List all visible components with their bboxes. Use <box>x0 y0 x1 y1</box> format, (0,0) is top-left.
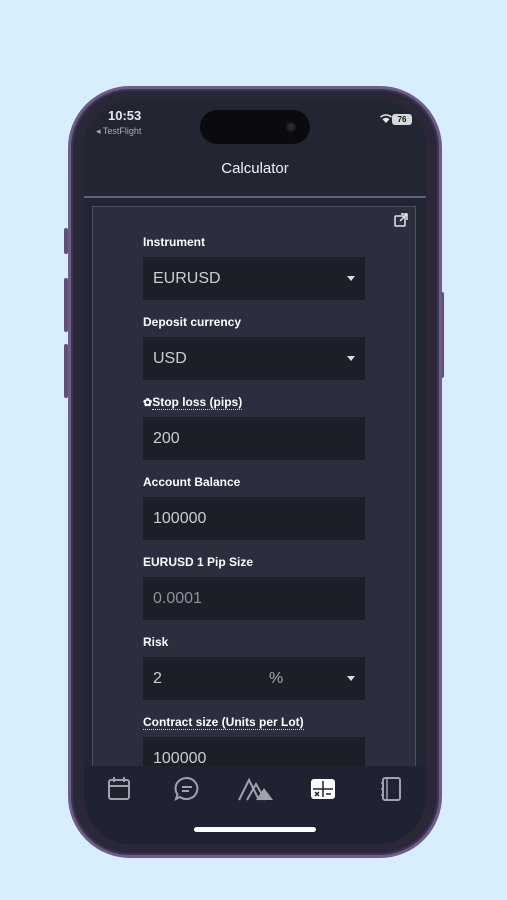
dynamic-island <box>200 110 310 144</box>
deposit-currency-label: Deposit currency <box>143 315 242 329</box>
status-time: 10:53 <box>108 108 142 123</box>
calculator-panel: Instrument EURUSD Deposit currency USD ✿… <box>92 206 416 806</box>
chevron-down-icon <box>347 676 355 681</box>
risk-field: Risk 2 % <box>143 635 365 700</box>
account-balance-label: Account Balance <box>143 475 241 489</box>
notebook-icon[interactable] <box>376 776 406 802</box>
contract-size-label: Contract size (Units per Lot) <box>143 715 304 730</box>
header-divider <box>84 196 426 198</box>
back-to-testflight-link[interactable]: ◂ TestFlight <box>96 126 141 137</box>
open-external-icon[interactable] <box>393 212 409 228</box>
home-indicator[interactable] <box>194 827 316 832</box>
stop-loss-label-row: ✿Stop loss (pips) <box>143 395 365 411</box>
calendar-icon[interactable] <box>104 776 134 802</box>
risk-input[interactable]: 2 <box>153 670 162 687</box>
calculator-icon[interactable] <box>308 776 338 802</box>
bottom-tab-bar <box>84 766 426 844</box>
instrument-label: Instrument <box>143 235 206 249</box>
chevron-down-icon <box>347 276 355 281</box>
stop-loss-label: Stop loss (pips) <box>152 395 243 410</box>
instrument-select[interactable]: EURUSD <box>143 257 365 300</box>
chevron-down-icon <box>347 356 355 361</box>
deposit-currency-value: USD <box>153 350 187 367</box>
battery-icon: 76 <box>392 114 412 125</box>
pip-size-field: EURUSD 1 Pip Size 0.0001 <box>143 555 365 620</box>
mountains-icon[interactable] <box>238 776 274 802</box>
account-balance-field: Account Balance 100000 <box>143 475 365 540</box>
pip-size-label: EURUSD 1 Pip Size <box>143 555 254 569</box>
wifi-icon <box>380 114 392 126</box>
status-bar: 10:53 ◂ TestFlight 76 <box>84 100 426 144</box>
account-balance-input[interactable]: 100000 <box>143 497 365 540</box>
instrument-field: Instrument EURUSD <box>143 235 365 300</box>
chat-icon[interactable] <box>172 776 202 802</box>
risk-unit-select[interactable]: % <box>269 657 283 700</box>
camera-icon <box>286 122 296 132</box>
contract-size-label-row: Contract size (Units per Lot) <box>143 715 365 731</box>
deposit-currency-select[interactable]: USD <box>143 337 365 380</box>
deposit-currency-field: Deposit currency USD <box>143 315 365 380</box>
pip-size-value: 0.0001 <box>143 577 365 620</box>
risk-input-group: 2 % <box>143 657 365 700</box>
risk-label: Risk <box>143 635 169 649</box>
stop-loss-field: ✿Stop loss (pips) 200 <box>143 395 365 460</box>
page-title: Calculator <box>221 160 289 177</box>
gear-icon[interactable]: ✿ <box>143 397 152 409</box>
instrument-value: EURUSD <box>153 270 221 287</box>
stop-loss-input[interactable]: 200 <box>143 417 365 460</box>
phone-screen: 10:53 ◂ TestFlight 76 Calculator Instrum… <box>84 100 426 844</box>
